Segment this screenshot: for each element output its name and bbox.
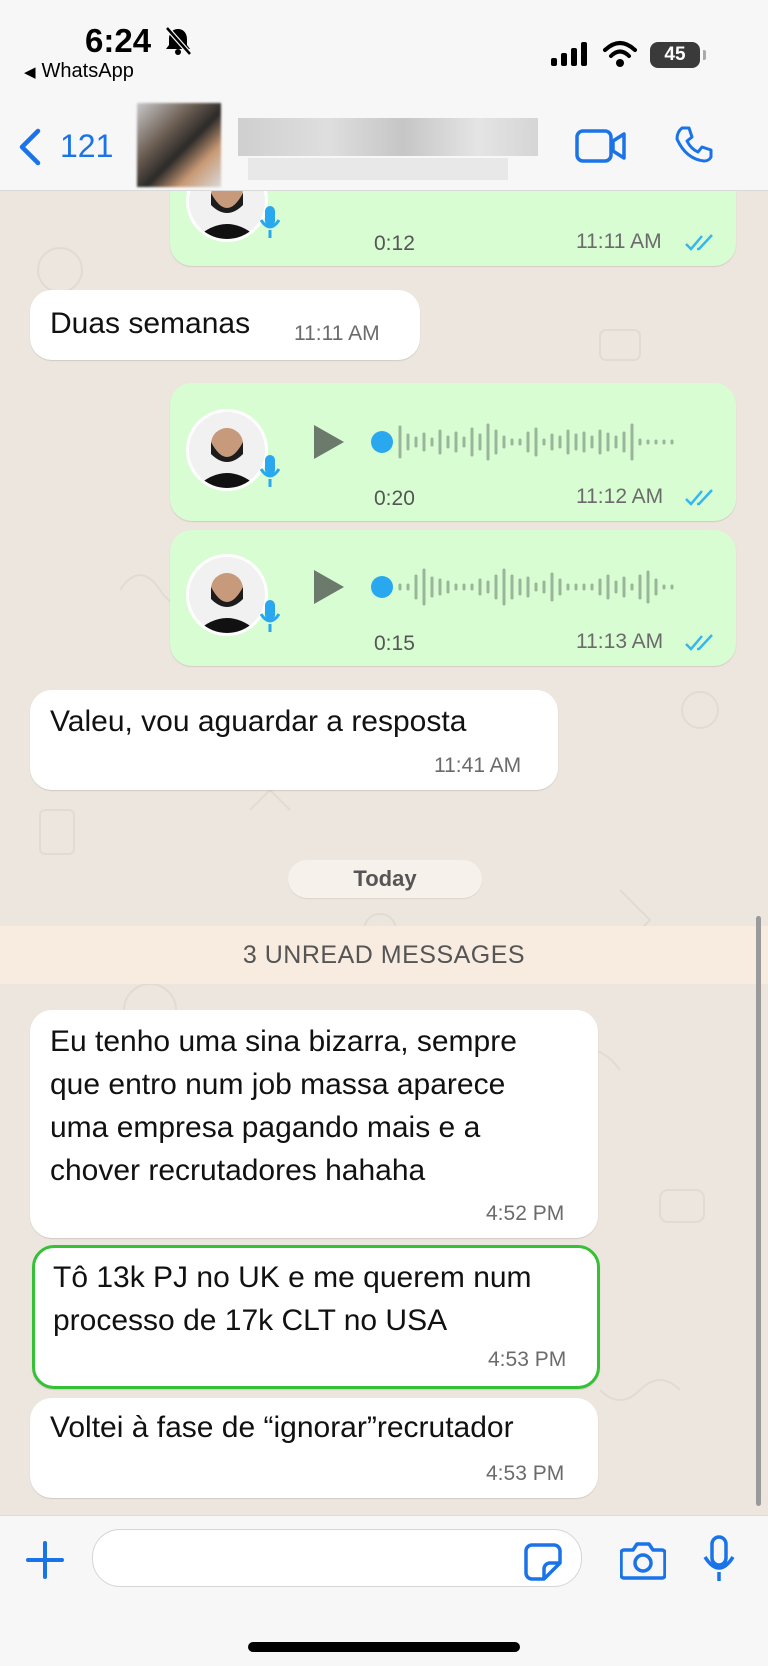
incoming-message[interactable]: Valeu, vou aguardar a resposta 11:41 AM (30, 690, 558, 790)
scroll-indicator[interactable] (756, 916, 761, 1506)
message-text: Tô 13k PJ no UK e me querem num processo… (53, 1256, 532, 1342)
message-time: 11:11 AM (294, 322, 380, 345)
back-app-label: WhatsApp (41, 60, 134, 82)
message-text: Voltei à fase de “ignorar”recrutador (50, 1411, 514, 1444)
message-input[interactable] (92, 1529, 582, 1587)
unread-messages-banner: 3 UNREAD MESSAGES (0, 926, 768, 984)
battery-level: 45 (664, 44, 686, 65)
audio-waveform[interactable] (370, 419, 710, 470)
highlighted-message[interactable]: Tô 13k PJ no UK e me querem num processo… (32, 1245, 600, 1389)
sender-avatar (186, 409, 268, 491)
incoming-message[interactable]: Duas semanas 11:11 AM (30, 290, 420, 360)
message-line: Eu tenho uma sina bizarra, sempre (50, 1025, 517, 1058)
message-line: uma empresa pagando mais e a (50, 1111, 481, 1144)
microphone-icon[interactable] (702, 1535, 736, 1588)
mic-icon (259, 206, 281, 243)
message-time: 11:12 AM (576, 485, 664, 508)
voice-message[interactable]: 0:20 11:12 AM (170, 383, 736, 521)
mic-icon (259, 600, 281, 637)
message-composer (0, 1515, 768, 1666)
silent-bell-icon (164, 26, 192, 61)
contact-name-blurred[interactable] (238, 118, 538, 156)
video-call-button[interactable] (575, 128, 627, 169)
voice-message[interactable]: 0:15 11:13 AM (170, 530, 736, 666)
date-divider: Today (288, 860, 482, 898)
audio-waveform[interactable] (370, 564, 710, 615)
read-ticks-icon (685, 234, 715, 257)
home-indicator[interactable] (248, 1642, 520, 1652)
play-icon[interactable] (312, 568, 346, 611)
wifi-icon (603, 40, 637, 73)
status-time: 6:24 (85, 22, 152, 59)
plus-icon[interactable] (26, 1541, 64, 1584)
incoming-message[interactable]: Voltei à fase de “ignorar”recrutador 4:5… (30, 1398, 598, 1498)
sticker-icon[interactable] (524, 1543, 562, 1586)
voice-duration: 0:15 (374, 632, 415, 655)
back-to-app-link[interactable]: ◀ WhatsApp (24, 60, 134, 83)
voice-duration: 0:12 (374, 232, 415, 255)
message-time: 4:53 PM (486, 1462, 565, 1485)
message-time: 4:52 PM (486, 1202, 565, 1225)
incoming-message[interactable]: Eu tenho uma sina bizarra, sempre que en… (30, 1010, 598, 1238)
play-icon[interactable] (312, 423, 346, 466)
message-line: processo de 17k CLT no USA (53, 1304, 448, 1337)
contact-avatar[interactable] (137, 103, 221, 187)
cellular-signal-icon (551, 42, 591, 71)
back-chevron-icon[interactable] (16, 127, 44, 172)
read-ticks-icon (685, 489, 715, 512)
voice-duration: 0:20 (374, 487, 415, 510)
message-line: que entro num job massa aparece (50, 1068, 506, 1101)
message-time: 11:11 AM (576, 230, 662, 253)
sender-avatar (186, 554, 268, 636)
message-line: chover recrutadores hahaha (50, 1154, 426, 1187)
unread-chats-count[interactable]: 121 (60, 128, 113, 165)
voice-call-button[interactable] (674, 125, 714, 170)
battery-nub (703, 50, 706, 60)
mic-icon (259, 455, 281, 492)
camera-icon[interactable] (619, 1540, 667, 1585)
message-line: Tô 13k PJ no UK e me querem num (53, 1261, 532, 1294)
contact-status-blurred (248, 158, 508, 180)
battery-indicator: 45 (650, 42, 706, 68)
chat-header: 6:24 ◀ WhatsApp 45 121 (0, 0, 768, 191)
read-ticks-icon (685, 634, 715, 657)
message-text: Duas semanas (50, 307, 251, 340)
back-triangle-icon: ◀ (24, 64, 36, 81)
message-time: 11:41 AM (434, 754, 522, 777)
message-time: 4:53 PM (488, 1348, 567, 1371)
message-text: Eu tenho uma sina bizarra, sempre que en… (50, 1020, 517, 1192)
message-text: Valeu, vou aguardar a resposta (50, 705, 467, 738)
message-time: 11:13 AM (576, 630, 664, 653)
